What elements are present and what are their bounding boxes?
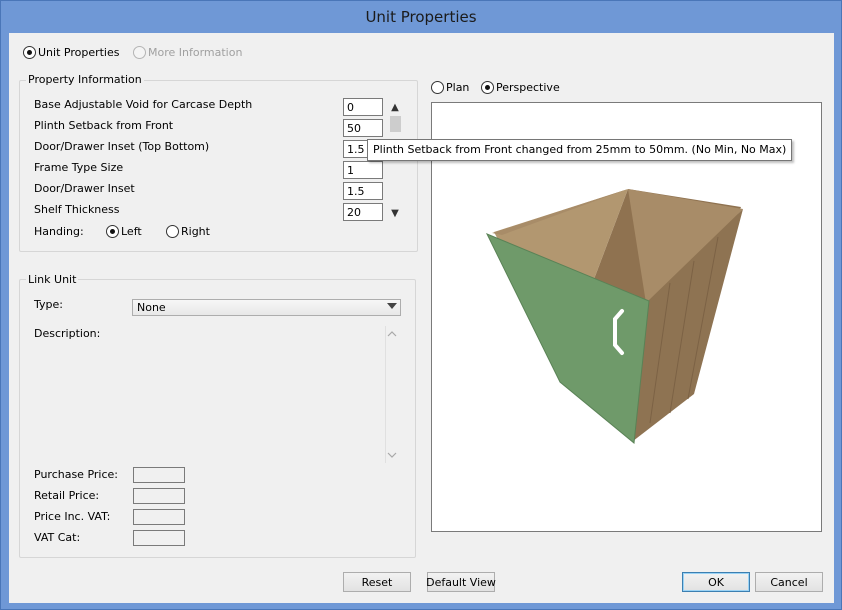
cabinet-3d-preview [485, 189, 743, 444]
frame-type-size-input[interactable]: 1 [343, 161, 383, 179]
purchase-price-label: Purchase Price: [34, 468, 118, 481]
scroll-up-icon[interactable]: ▲ [389, 101, 401, 113]
property-information-title: Property Information [26, 73, 144, 86]
radio-selected-icon [23, 46, 36, 59]
purchase-price-field [133, 467, 185, 483]
handing-right-label: Right [181, 225, 210, 238]
description-scroll-arrows-icon [385, 326, 397, 463]
tab-unit-properties[interactable]: Unit Properties [23, 46, 119, 59]
radio-unselected-icon [166, 225, 179, 238]
property-label-plinth-setback: Plinth Setback from Front [34, 119, 174, 132]
window-title: Unit Properties [365, 8, 477, 26]
type-dropdown[interactable]: None [132, 299, 401, 316]
price-inc-vat-field [133, 509, 185, 525]
description-label: Description: [34, 327, 101, 340]
tab-more-information-label: More Information [148, 46, 243, 59]
handing-left-radio[interactable]: Left [106, 225, 142, 238]
dialog-client-area: Unit Properties More Information Propert… [9, 33, 834, 603]
property-label-frame-type-size: Frame Type Size [34, 161, 124, 174]
handing-left-label: Left [121, 225, 142, 238]
view-plan-radio[interactable]: Plan [431, 81, 469, 94]
vat-cat-field [133, 530, 185, 546]
retail-price-label: Retail Price: [34, 489, 100, 502]
view-perspective-label: Perspective [496, 81, 560, 94]
radio-selected-icon [106, 225, 119, 238]
perspective-viewport[interactable] [431, 102, 822, 532]
vat-cat-label: VAT Cat: [34, 531, 81, 544]
plinth-setback-input[interactable]: 50 [343, 119, 383, 137]
shelf-thickness-input[interactable]: 20 [343, 203, 383, 221]
default-view-button[interactable]: Default View [426, 572, 496, 592]
tab-unit-properties-label: Unit Properties [38, 46, 120, 59]
handing-label: Handing: [34, 225, 84, 238]
property-label-shelf-thickness: Shelf Thickness [34, 203, 120, 216]
unit-properties-window: Unit Properties Unit Properties More Inf… [0, 0, 842, 610]
chevron-down-icon [387, 303, 397, 309]
view-plan-label: Plan [446, 81, 470, 94]
property-label-base-void: Base Adjustable Void for Carcase Depth [34, 98, 253, 111]
link-unit-title: Link Unit [26, 273, 79, 286]
plinth-setback-tooltip: Plinth Setback from Front changed from 2… [367, 139, 793, 161]
radio-selected-icon [481, 81, 494, 94]
base-void-input[interactable]: 0 [343, 98, 383, 116]
description-scrollbar[interactable] [385, 326, 399, 463]
radio-unselected-icon [133, 46, 146, 59]
type-label: Type: [34, 298, 63, 311]
property-scroll-thumb[interactable] [390, 116, 401, 132]
handing-right-radio[interactable]: Right [166, 225, 210, 238]
retail-price-field [133, 488, 185, 504]
property-label-door-inset: Door/Drawer Inset [34, 182, 135, 195]
tab-more-information: More Information [133, 46, 242, 59]
reset-button[interactable]: Reset [343, 572, 411, 592]
price-inc-vat-label: Price Inc. VAT: [34, 510, 111, 523]
radio-unselected-icon [431, 81, 444, 94]
property-label-door-inset-top-bottom: Door/Drawer Inset (Top Bottom) [34, 140, 210, 153]
door-inset-input[interactable]: 1.5 [343, 182, 383, 200]
type-dropdown-value: None [137, 301, 166, 314]
ok-button[interactable]: OK [682, 572, 750, 592]
view-perspective-radio[interactable]: Perspective [481, 81, 560, 94]
cancel-button[interactable]: Cancel [755, 572, 823, 592]
scroll-down-icon[interactable]: ▼ [389, 207, 401, 219]
